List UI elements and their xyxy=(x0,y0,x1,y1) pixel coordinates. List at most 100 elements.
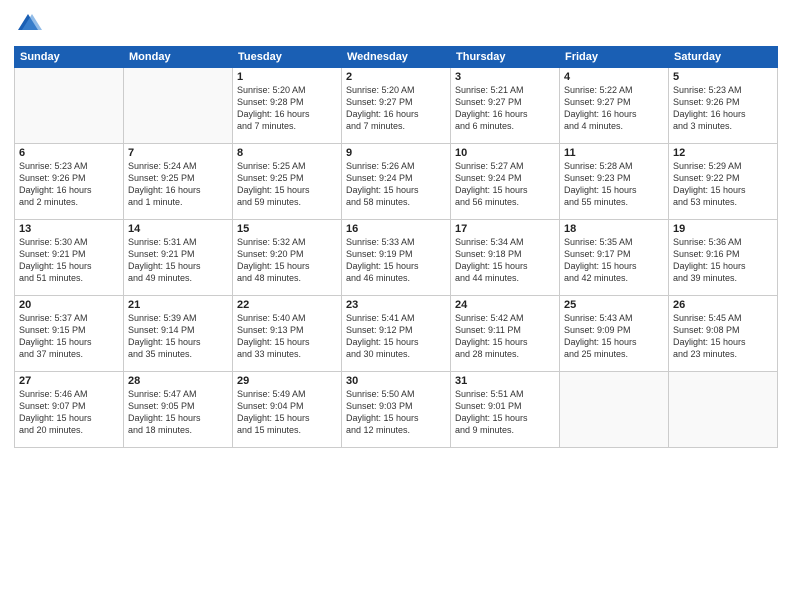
day-info: Sunrise: 5:37 AM Sunset: 9:15 PM Dayligh… xyxy=(19,312,119,361)
day-number: 12 xyxy=(673,147,773,159)
day-info: Sunrise: 5:24 AM Sunset: 9:25 PM Dayligh… xyxy=(128,160,228,209)
day-number: 7 xyxy=(128,147,228,159)
logo xyxy=(14,10,46,38)
calendar-body: 1Sunrise: 5:20 AM Sunset: 9:28 PM Daylig… xyxy=(15,68,778,448)
day-info: Sunrise: 5:40 AM Sunset: 9:13 PM Dayligh… xyxy=(237,312,337,361)
weekday-header-saturday: Saturday xyxy=(669,47,778,68)
day-info: Sunrise: 5:23 AM Sunset: 9:26 PM Dayligh… xyxy=(673,84,773,133)
calendar-table: SundayMondayTuesdayWednesdayThursdayFrid… xyxy=(14,46,778,448)
calendar-cell: 23Sunrise: 5:41 AM Sunset: 9:12 PM Dayli… xyxy=(342,296,451,372)
calendar-cell: 27Sunrise: 5:46 AM Sunset: 9:07 PM Dayli… xyxy=(15,372,124,448)
day-number: 25 xyxy=(564,299,664,311)
day-info: Sunrise: 5:20 AM Sunset: 9:27 PM Dayligh… xyxy=(346,84,446,133)
weekday-header-sunday: Sunday xyxy=(15,47,124,68)
day-number: 15 xyxy=(237,223,337,235)
day-info: Sunrise: 5:41 AM Sunset: 9:12 PM Dayligh… xyxy=(346,312,446,361)
calendar-cell: 13Sunrise: 5:30 AM Sunset: 9:21 PM Dayli… xyxy=(15,220,124,296)
calendar-cell: 9Sunrise: 5:26 AM Sunset: 9:24 PM Daylig… xyxy=(342,144,451,220)
day-info: Sunrise: 5:31 AM Sunset: 9:21 PM Dayligh… xyxy=(128,236,228,285)
day-number: 19 xyxy=(673,223,773,235)
page: SundayMondayTuesdayWednesdayThursdayFrid… xyxy=(0,0,792,612)
day-info: Sunrise: 5:28 AM Sunset: 9:23 PM Dayligh… xyxy=(564,160,664,209)
calendar-cell: 20Sunrise: 5:37 AM Sunset: 9:15 PM Dayli… xyxy=(15,296,124,372)
calendar-cell: 4Sunrise: 5:22 AM Sunset: 9:27 PM Daylig… xyxy=(560,68,669,144)
day-info: Sunrise: 5:25 AM Sunset: 9:25 PM Dayligh… xyxy=(237,160,337,209)
calendar-cell: 30Sunrise: 5:50 AM Sunset: 9:03 PM Dayli… xyxy=(342,372,451,448)
calendar-cell: 12Sunrise: 5:29 AM Sunset: 9:22 PM Dayli… xyxy=(669,144,778,220)
calendar-cell: 26Sunrise: 5:45 AM Sunset: 9:08 PM Dayli… xyxy=(669,296,778,372)
day-number: 18 xyxy=(564,223,664,235)
calendar-cell xyxy=(560,372,669,448)
day-number: 23 xyxy=(346,299,446,311)
calendar-cell: 5Sunrise: 5:23 AM Sunset: 9:26 PM Daylig… xyxy=(669,68,778,144)
weekday-header-thursday: Thursday xyxy=(451,47,560,68)
calendar-week-5: 27Sunrise: 5:46 AM Sunset: 9:07 PM Dayli… xyxy=(15,372,778,448)
calendar-cell: 8Sunrise: 5:25 AM Sunset: 9:25 PM Daylig… xyxy=(233,144,342,220)
calendar-cell: 15Sunrise: 5:32 AM Sunset: 9:20 PM Dayli… xyxy=(233,220,342,296)
day-number: 22 xyxy=(237,299,337,311)
day-number: 28 xyxy=(128,375,228,387)
day-info: Sunrise: 5:23 AM Sunset: 9:26 PM Dayligh… xyxy=(19,160,119,209)
day-info: Sunrise: 5:32 AM Sunset: 9:20 PM Dayligh… xyxy=(237,236,337,285)
calendar-cell: 1Sunrise: 5:20 AM Sunset: 9:28 PM Daylig… xyxy=(233,68,342,144)
day-number: 17 xyxy=(455,223,555,235)
day-number: 30 xyxy=(346,375,446,387)
header xyxy=(14,10,778,38)
calendar-week-3: 13Sunrise: 5:30 AM Sunset: 9:21 PM Dayli… xyxy=(15,220,778,296)
day-number: 27 xyxy=(19,375,119,387)
day-number: 26 xyxy=(673,299,773,311)
day-number: 10 xyxy=(455,147,555,159)
day-number: 11 xyxy=(564,147,664,159)
calendar-cell: 6Sunrise: 5:23 AM Sunset: 9:26 PM Daylig… xyxy=(15,144,124,220)
day-info: Sunrise: 5:30 AM Sunset: 9:21 PM Dayligh… xyxy=(19,236,119,285)
weekday-header-friday: Friday xyxy=(560,47,669,68)
day-info: Sunrise: 5:20 AM Sunset: 9:28 PM Dayligh… xyxy=(237,84,337,133)
calendar-header: SundayMondayTuesdayWednesdayThursdayFrid… xyxy=(15,47,778,68)
day-info: Sunrise: 5:21 AM Sunset: 9:27 PM Dayligh… xyxy=(455,84,555,133)
calendar-cell: 17Sunrise: 5:34 AM Sunset: 9:18 PM Dayli… xyxy=(451,220,560,296)
day-info: Sunrise: 5:34 AM Sunset: 9:18 PM Dayligh… xyxy=(455,236,555,285)
calendar-cell: 2Sunrise: 5:20 AM Sunset: 9:27 PM Daylig… xyxy=(342,68,451,144)
day-number: 9 xyxy=(346,147,446,159)
calendar-week-4: 20Sunrise: 5:37 AM Sunset: 9:15 PM Dayli… xyxy=(15,296,778,372)
weekday-header-row: SundayMondayTuesdayWednesdayThursdayFrid… xyxy=(15,47,778,68)
day-number: 1 xyxy=(237,71,337,83)
day-info: Sunrise: 5:22 AM Sunset: 9:27 PM Dayligh… xyxy=(564,84,664,133)
day-number: 31 xyxy=(455,375,555,387)
day-info: Sunrise: 5:51 AM Sunset: 9:01 PM Dayligh… xyxy=(455,388,555,437)
day-info: Sunrise: 5:29 AM Sunset: 9:22 PM Dayligh… xyxy=(673,160,773,209)
day-info: Sunrise: 5:47 AM Sunset: 9:05 PM Dayligh… xyxy=(128,388,228,437)
calendar-cell: 11Sunrise: 5:28 AM Sunset: 9:23 PM Dayli… xyxy=(560,144,669,220)
calendar-cell: 7Sunrise: 5:24 AM Sunset: 9:25 PM Daylig… xyxy=(124,144,233,220)
calendar-cell xyxy=(124,68,233,144)
calendar-cell: 18Sunrise: 5:35 AM Sunset: 9:17 PM Dayli… xyxy=(560,220,669,296)
day-info: Sunrise: 5:26 AM Sunset: 9:24 PM Dayligh… xyxy=(346,160,446,209)
day-number: 29 xyxy=(237,375,337,387)
calendar-week-1: 1Sunrise: 5:20 AM Sunset: 9:28 PM Daylig… xyxy=(15,68,778,144)
calendar-cell xyxy=(15,68,124,144)
day-info: Sunrise: 5:27 AM Sunset: 9:24 PM Dayligh… xyxy=(455,160,555,209)
day-number: 3 xyxy=(455,71,555,83)
calendar-cell xyxy=(669,372,778,448)
weekday-header-wednesday: Wednesday xyxy=(342,47,451,68)
day-info: Sunrise: 5:35 AM Sunset: 9:17 PM Dayligh… xyxy=(564,236,664,285)
calendar-cell: 31Sunrise: 5:51 AM Sunset: 9:01 PM Dayli… xyxy=(451,372,560,448)
day-info: Sunrise: 5:43 AM Sunset: 9:09 PM Dayligh… xyxy=(564,312,664,361)
day-info: Sunrise: 5:33 AM Sunset: 9:19 PM Dayligh… xyxy=(346,236,446,285)
day-number: 21 xyxy=(128,299,228,311)
day-number: 24 xyxy=(455,299,555,311)
calendar-cell: 28Sunrise: 5:47 AM Sunset: 9:05 PM Dayli… xyxy=(124,372,233,448)
day-info: Sunrise: 5:50 AM Sunset: 9:03 PM Dayligh… xyxy=(346,388,446,437)
calendar-cell: 22Sunrise: 5:40 AM Sunset: 9:13 PM Dayli… xyxy=(233,296,342,372)
weekday-header-monday: Monday xyxy=(124,47,233,68)
day-number: 6 xyxy=(19,147,119,159)
day-number: 20 xyxy=(19,299,119,311)
calendar-cell: 29Sunrise: 5:49 AM Sunset: 9:04 PM Dayli… xyxy=(233,372,342,448)
weekday-header-tuesday: Tuesday xyxy=(233,47,342,68)
logo-icon xyxy=(14,10,42,38)
calendar-cell: 10Sunrise: 5:27 AM Sunset: 9:24 PM Dayli… xyxy=(451,144,560,220)
day-number: 4 xyxy=(564,71,664,83)
day-number: 5 xyxy=(673,71,773,83)
day-number: 8 xyxy=(237,147,337,159)
day-info: Sunrise: 5:46 AM Sunset: 9:07 PM Dayligh… xyxy=(19,388,119,437)
